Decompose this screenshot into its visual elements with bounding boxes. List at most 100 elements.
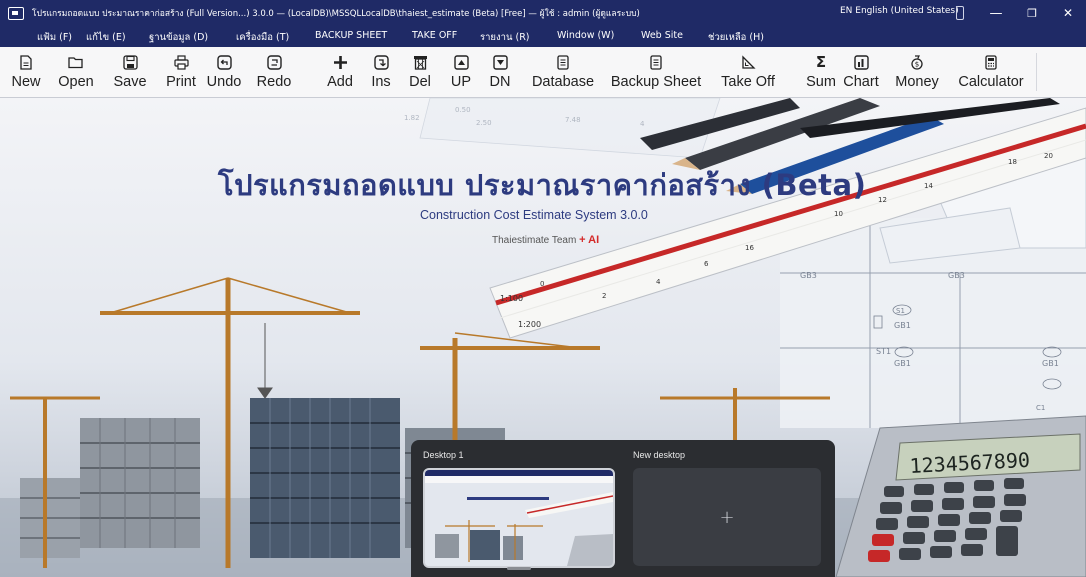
add-label: Add — [327, 74, 353, 90]
app-subtitle: Construction Cost Estimate System 3.0.0 — [420, 208, 648, 222]
save-button[interactable]: Save — [112, 47, 148, 97]
delete-button[interactable]: Del — [405, 47, 435, 97]
desktop-1-thumbnail[interactable] — [423, 468, 615, 568]
svg-text:GB1: GB1 — [1042, 359, 1059, 368]
take-off-button[interactable]: Take Off — [719, 47, 777, 97]
app-team: Thaiestimate Team + AI — [492, 234, 599, 246]
svg-text:4: 4 — [656, 278, 661, 286]
money-button[interactable]: $ Money — [893, 47, 941, 97]
calculator-icon — [985, 51, 997, 73]
redo-label: Redo — [256, 74, 292, 90]
desktop-1-preview — [425, 470, 613, 566]
move-up-button[interactable]: UP — [448, 47, 474, 97]
task-view-handle — [507, 567, 531, 570]
svg-text:1:100: 1:100 — [500, 294, 523, 303]
calculator-button[interactable]: Calculator — [958, 47, 1024, 97]
open-button[interactable]: Open — [56, 47, 96, 97]
undo-button[interactable]: Undo — [205, 47, 243, 97]
print-label: Print — [166, 74, 196, 90]
svg-text:GB3: GB3 — [948, 271, 965, 280]
print-button[interactable]: Print — [163, 47, 199, 97]
close-button[interactable]: ✕ — [1050, 0, 1086, 26]
new-desktop-button[interactable]: + — [633, 468, 821, 566]
menu-website[interactable]: Web Site — [641, 30, 683, 41]
save-icon — [122, 51, 138, 73]
new-button[interactable]: New — [10, 47, 42, 97]
backup-sheet-button[interactable]: Backup Sheet — [611, 47, 701, 97]
sum-label: Sum — [806, 74, 836, 90]
language-switch-icon[interactable] — [956, 6, 964, 20]
svg-text:18: 18 — [1008, 158, 1017, 166]
splash-background: 0.50 1.82 7.48 4 2.50 GB3 GB3 GB1 GB1 GB… — [0, 98, 1086, 577]
redo-button[interactable]: Redo — [254, 47, 294, 97]
move-down-label: DN — [489, 74, 511, 90]
svg-text:ST1: ST1 — [876, 347, 891, 356]
svg-text:20: 20 — [1044, 152, 1053, 160]
svg-text:10: 10 — [834, 210, 843, 218]
svg-text:GB1: GB1 — [894, 321, 911, 330]
database-button[interactable]: Database — [531, 47, 595, 97]
calculator-label: Calculator — [958, 74, 1024, 90]
menu-edit[interactable]: แก้ไข (E) — [86, 30, 126, 45]
svg-text:12: 12 — [878, 196, 887, 204]
menu-window[interactable]: Window (W) — [557, 30, 614, 41]
backup-sheet-icon — [650, 51, 662, 73]
minimize-button[interactable]: — — [978, 0, 1014, 26]
menu-help[interactable]: ช่วยเหลือ (H) — [708, 30, 764, 45]
svg-text:$: $ — [915, 61, 919, 69]
menu-bar: แฟ้ม (F) แก้ไข (E) ฐานข้อมูล (D) เครื่อง… — [0, 26, 1086, 47]
svg-text:1:200: 1:200 — [518, 320, 541, 329]
print-icon — [173, 51, 189, 73]
undo-label: Undo — [206, 74, 242, 90]
move-down-button[interactable]: DN — [486, 47, 514, 97]
window-title: โปรแกรมถอดแบบ ประมาณราคาก่อสร้าง (Full V… — [32, 9, 640, 19]
task-view-panel: Desktop 1 New desktop + — [411, 440, 835, 577]
chart-label: Chart — [843, 74, 879, 90]
svg-text:4: 4 — [640, 120, 645, 128]
sum-button[interactable]: Σ Sum — [806, 47, 836, 97]
restore-button[interactable]: ❐ — [1014, 0, 1050, 26]
undo-icon — [216, 51, 232, 73]
svg-text:1.82: 1.82 — [404, 114, 420, 122]
chart-icon — [853, 51, 869, 73]
svg-text:C1: C1 — [1036, 404, 1045, 412]
new-desktop-label: New desktop — [633, 450, 686, 460]
svg-text:2.50: 2.50 — [476, 119, 492, 127]
save-label: Save — [113, 74, 147, 90]
app-title: โปรแกรมถอดแบบ ประมาณราคาก่อสร้าง (Beta) — [218, 168, 867, 202]
insert-button[interactable]: Ins — [368, 47, 394, 97]
menu-file[interactable]: แฟ้ม (F) — [37, 30, 72, 45]
insert-label: Ins — [371, 74, 391, 90]
delete-icon — [413, 51, 428, 73]
svg-text:S1: S1 — [896, 307, 905, 315]
new-label: New — [11, 74, 41, 90]
move-up-icon — [453, 51, 469, 73]
menu-take-off[interactable]: TAKE OFF — [412, 30, 457, 41]
app-icon — [8, 6, 24, 20]
language-indicator[interactable]: EN English (United States) — [840, 6, 959, 16]
folder-open-icon — [68, 51, 84, 73]
new-document-icon — [20, 51, 32, 73]
take-off-label: Take Off — [721, 74, 775, 90]
add-button[interactable]: Add — [323, 47, 357, 97]
svg-text:2: 2 — [602, 292, 606, 300]
toolbar-separator — [1036, 53, 1037, 91]
money-label: Money — [895, 74, 939, 90]
chart-button[interactable]: Chart — [841, 47, 881, 97]
svg-text:0.50: 0.50 — [455, 106, 471, 114]
menu-database[interactable]: ฐานข้อมูล (D) — [149, 30, 208, 45]
menu-report[interactable]: รายงาน (R) — [480, 30, 530, 45]
svg-text:GB1: GB1 — [894, 359, 911, 368]
svg-text:0: 0 — [540, 280, 544, 288]
menu-tools[interactable]: เครื่องมือ (T) — [236, 30, 289, 45]
delete-label: Del — [409, 74, 431, 90]
open-label: Open — [58, 74, 94, 90]
svg-text:14: 14 — [924, 182, 933, 190]
redo-icon — [266, 51, 282, 73]
menu-backup-sheet[interactable]: BACKUP SHEET — [315, 30, 387, 41]
svg-text:16: 16 — [745, 244, 754, 252]
desktop-1-label: Desktop 1 — [423, 450, 464, 460]
take-off-icon — [741, 51, 756, 73]
move-up-label: UP — [450, 74, 472, 90]
svg-text:GB3: GB3 — [800, 271, 817, 280]
